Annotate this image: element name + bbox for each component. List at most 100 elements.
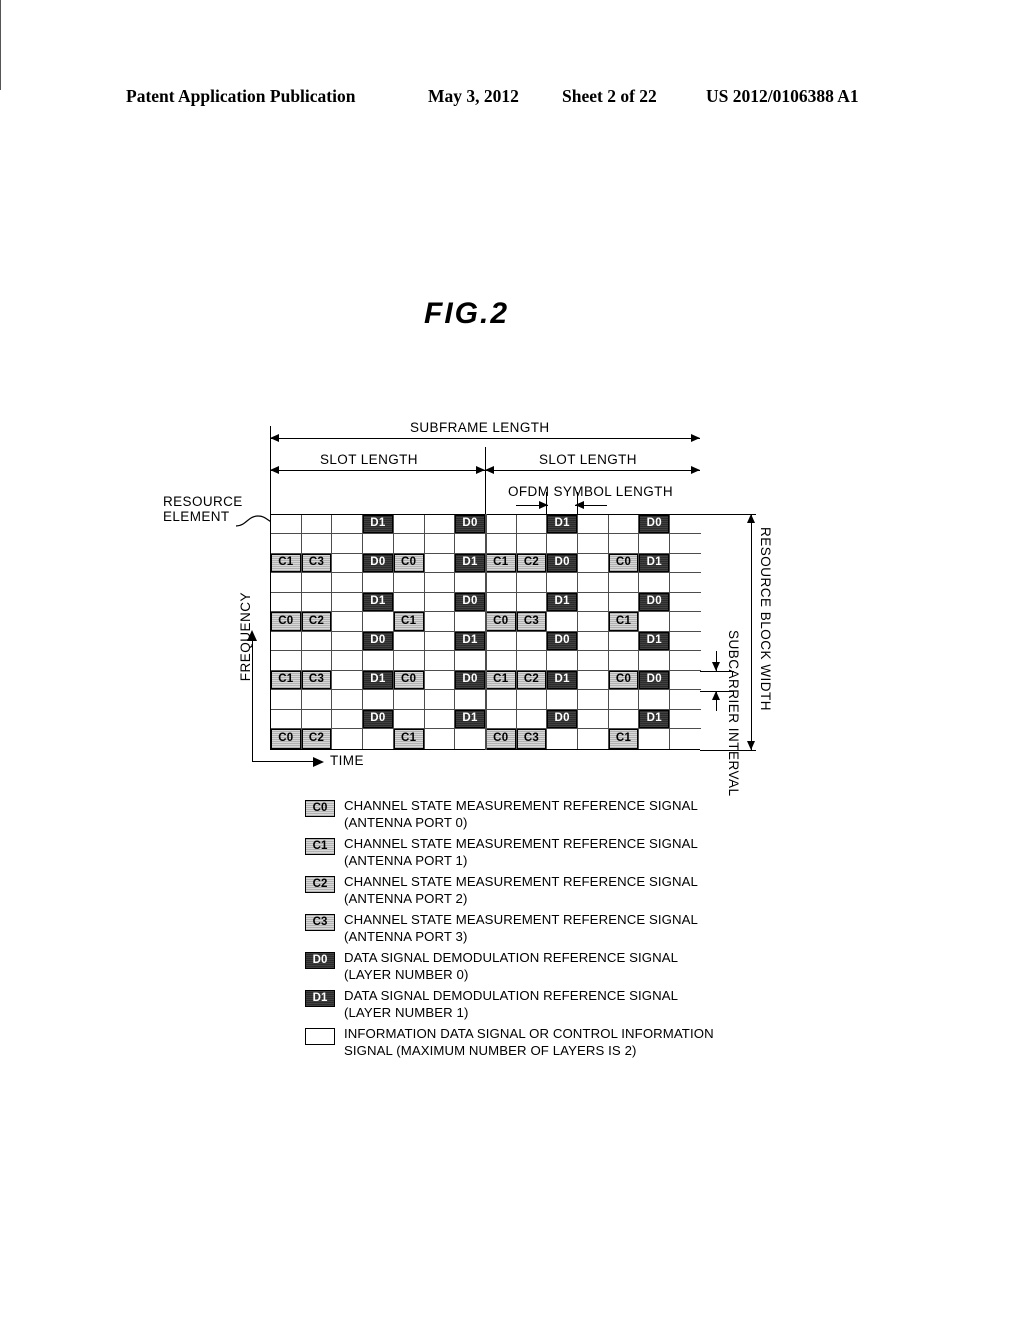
cell-marker-d1: D1 xyxy=(639,553,670,573)
legend: C0 CHANNEL STATE MEASUREMENT REFERENCE SI… xyxy=(305,798,865,1064)
resource-element-cell xyxy=(301,690,333,710)
resource-element-label-line1: RESOURCE xyxy=(163,494,243,509)
resource-element-cell xyxy=(424,690,456,710)
grid-row: D0 D1 D0 D1 xyxy=(271,709,701,730)
legend-row: C1 CHANNEL STATE MEASUREMENT REFERENCE SI… xyxy=(305,836,865,872)
grid-row: C1 C3 D1 C0 D0 C1 C2 D1 C0 D0 xyxy=(271,670,701,691)
resource-element-cell xyxy=(578,534,609,554)
legend-text-line1: CHANNEL STATE MEASUREMENT REFERENCE SIGN… xyxy=(344,798,698,813)
resource-element-cell xyxy=(670,651,701,671)
legend-row: D0 DATA SIGNAL DEMODULATION REFERENCE SIG… xyxy=(305,950,865,986)
resource-element-cell xyxy=(578,515,609,535)
resource-element-cell xyxy=(485,631,517,652)
resource-element-cell xyxy=(332,573,364,593)
resource-element-cell xyxy=(332,690,364,710)
ofdm-symbol-arrow-right xyxy=(575,501,607,510)
resource-element-cell xyxy=(424,515,456,535)
resource-element-cell xyxy=(271,709,302,730)
resource-element-cell xyxy=(485,592,517,613)
resource-element-cell: C1 xyxy=(393,729,425,749)
resource-element-cell xyxy=(271,651,302,671)
resource-element-cell: D0 xyxy=(639,670,671,691)
resource-element-cell xyxy=(424,631,456,652)
cell-marker-c0: C0 xyxy=(608,670,639,690)
resource-element-cell xyxy=(516,690,548,710)
resource-element-cell xyxy=(271,573,302,593)
legend-swatch-c2: C2 xyxy=(305,876,335,893)
cell-marker-c1: C1 xyxy=(393,612,424,631)
grid-row: C1 C3 D0 C0 D1 C1 C2 D0 C0 D1 xyxy=(271,553,701,574)
resource-element-cell xyxy=(424,670,456,691)
cell-marker-d1: D1 xyxy=(363,670,393,690)
resource-element-cell xyxy=(547,651,579,671)
resource-element-cell: D0 xyxy=(455,670,486,691)
cell-marker-c2: C2 xyxy=(516,553,547,573)
resource-grid: D1 D0 D1 D0 C1 C3 D0 C0 D1 C1 C2 D0 C0 D1 D1 D0 D1 D0 C0 C2… xyxy=(270,514,701,750)
legend-row: C0 CHANNEL STATE MEASUREMENT REFERENCE SI… xyxy=(305,798,865,834)
resource-element-cell: C2 xyxy=(516,553,548,574)
legend-row: INFORMATION DATA SIGNAL OR CONTROL INFOR… xyxy=(305,1026,865,1062)
cell-marker-d1: D1 xyxy=(455,709,485,729)
resource-element-cell xyxy=(363,573,394,593)
cell-marker-d1: D1 xyxy=(639,709,670,729)
resource-element-cell xyxy=(639,612,671,632)
resource-element-cell xyxy=(393,534,425,554)
legend-swatch-c0: C0 xyxy=(305,800,335,817)
resource-element-label-line2: ELEMENT xyxy=(163,509,230,524)
resource-element-cell xyxy=(485,534,517,554)
resource-element-cell xyxy=(332,729,364,749)
resource-element-cell xyxy=(516,534,548,554)
resource-element-cell xyxy=(301,631,333,652)
resource-element-cell: C0 xyxy=(485,612,517,632)
legend-text-line2: (ANTENNA PORT 2) xyxy=(344,890,468,906)
slot-length-left-label: SLOT LENGTH xyxy=(320,452,418,467)
resource-element-cell xyxy=(455,729,486,749)
cell-marker-c1: C1 xyxy=(608,612,639,631)
resource-element-cell xyxy=(301,651,333,671)
resource-element-cell xyxy=(608,631,640,652)
resource-element-cell xyxy=(670,573,701,593)
resource-element-cell: D0 xyxy=(639,515,671,535)
resource-element-cell xyxy=(301,515,333,535)
cell-marker-d0: D0 xyxy=(363,631,393,651)
cell-marker-d0: D0 xyxy=(455,670,485,690)
resource-element-cell: D1 xyxy=(547,515,579,535)
resource-element-cell: D1 xyxy=(363,592,394,613)
legend-row: D1 DATA SIGNAL DEMODULATION REFERENCE SIG… xyxy=(305,988,865,1024)
resource-element-cell: D0 xyxy=(455,592,486,613)
resource-element-cell xyxy=(332,631,364,652)
legend-swatch-d1: D1 xyxy=(305,990,335,1007)
resource-element-cell xyxy=(332,534,364,554)
resource-element-cell: D1 xyxy=(639,709,671,730)
resource-element-cell xyxy=(485,709,517,730)
cell-marker-c3: C3 xyxy=(516,729,547,749)
resource-element-cell xyxy=(608,573,640,593)
subframe-length-arrow xyxy=(270,434,700,443)
resource-element-cell xyxy=(271,534,302,554)
resource-element-cell: D1 xyxy=(455,709,486,730)
cell-marker-d0: D0 xyxy=(639,592,670,612)
resource-element-cell xyxy=(485,651,517,671)
resource-element-cell xyxy=(670,729,701,749)
resource-element-cell xyxy=(608,534,640,554)
resource-element-cell xyxy=(516,515,548,535)
legend-swatch-c3: C3 xyxy=(305,914,335,931)
resource-element-cell: C1 xyxy=(271,670,302,691)
resource-element-cell: D1 xyxy=(547,670,579,691)
cell-marker-d0: D0 xyxy=(639,515,670,534)
cell-marker-c3: C3 xyxy=(301,670,332,690)
resource-element-cell: C0 xyxy=(271,729,302,749)
resource-element-cell: D0 xyxy=(547,631,579,652)
slot-length-right-arrow xyxy=(485,466,700,475)
resource-element-cell xyxy=(639,573,671,593)
resource-element-cell xyxy=(424,709,456,730)
cell-marker-d0: D0 xyxy=(547,631,578,651)
cell-marker-c0: C0 xyxy=(608,553,639,573)
resource-element-cell: C3 xyxy=(301,553,333,574)
resource-element-cell xyxy=(639,690,671,710)
legend-text-line1: INFORMATION DATA SIGNAL OR CONTROL INFOR… xyxy=(344,1026,714,1041)
time-axis-line xyxy=(252,761,314,762)
resource-element-cell: C2 xyxy=(516,670,548,691)
cell-marker-c1: C1 xyxy=(271,670,301,690)
legend-text-line1: CHANNEL STATE MEASUREMENT REFERENCE SIGN… xyxy=(344,912,698,927)
